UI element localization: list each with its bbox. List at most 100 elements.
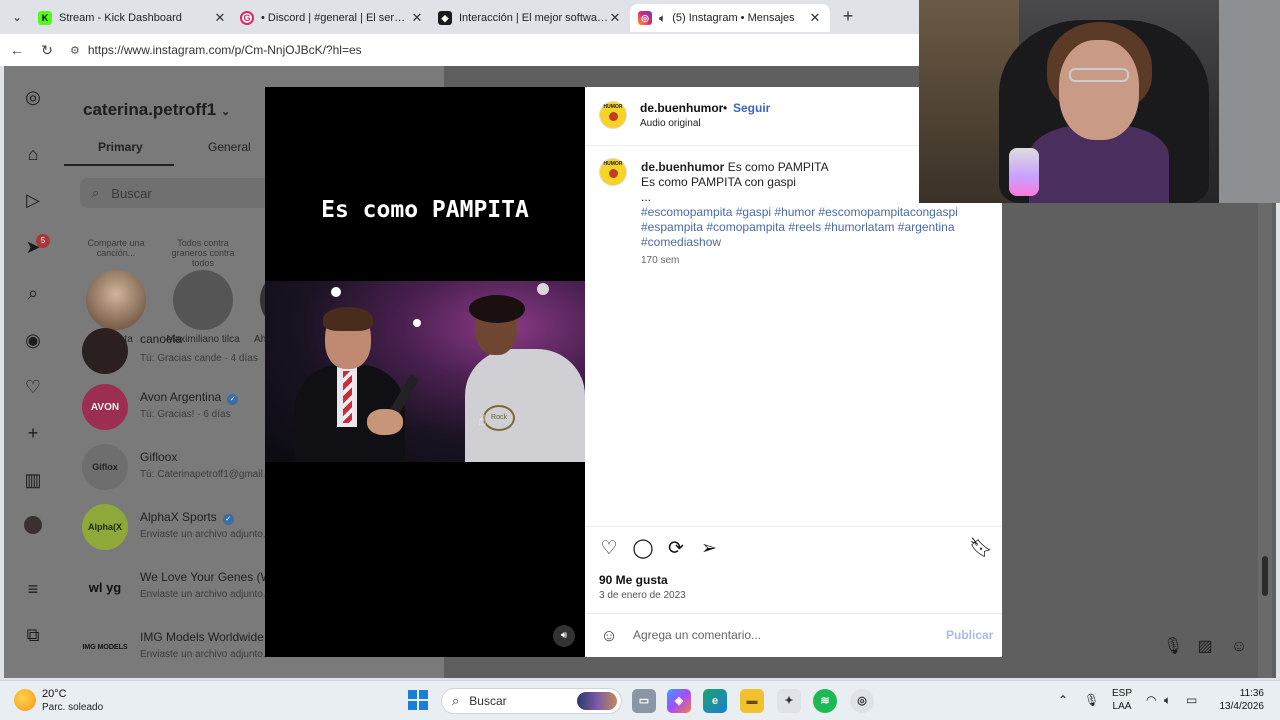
language-code: ESP <box>1112 688 1133 699</box>
clock[interactable]: 11:36 13/4/2026 <box>1208 687 1265 713</box>
chrome-icon[interactable]: ◎ <box>850 689 874 713</box>
like-heart-icon[interactable]: ♡ <box>598 538 620 560</box>
new-tab-button[interactable]: + <box>838 6 858 26</box>
tab-primary[interactable]: Primary <box>98 140 143 154</box>
weather-sun-icon[interactable] <box>14 689 36 711</box>
emoji-icon[interactable]: ☺ <box>598 625 620 647</box>
likes-count[interactable]: 90 Me gusta <box>599 573 668 587</box>
striped-tie <box>343 371 352 423</box>
close-tab-icon[interactable]: ✕ <box>808 10 822 26</box>
create-icon[interactable]: + <box>22 422 44 444</box>
back-arrow-icon[interactable]: ← <box>8 41 26 59</box>
author-username[interactable]: de.buenhumor <box>640 101 723 115</box>
dashboard-icon[interactable]: ▥ <box>22 469 44 491</box>
author-avatar[interactable]: HUMOR <box>599 101 627 129</box>
publish-button[interactable]: Publicar <box>946 628 993 642</box>
conversation-name-text: Avon Argentina <box>140 390 222 404</box>
conversation-preview: Tú: Gracias! · 6 días <box>140 409 231 420</box>
close-tab-icon[interactable]: ✕ <box>410 10 424 26</box>
edge-browser-icon[interactable]: e <box>703 689 727 713</box>
speaker-icon[interactable]: 🔈︎ <box>659 11 666 26</box>
caption-title: Es como PAMPITA <box>727 160 829 174</box>
file-explorer-icon[interactable]: ▬ <box>740 689 764 713</box>
taskbar-search[interactable]: ⌕ Buscar <box>441 688 622 714</box>
repost-icon[interactable]: ⟳ <box>665 538 687 560</box>
hand <box>367 409 403 435</box>
home-icon[interactable]: ⌂ <box>22 143 44 165</box>
caption-author-avatar[interactable]: HUMOR <box>599 158 627 186</box>
chevron-down-icon: ⌄ <box>220 106 231 118</box>
notification-badge: 5 <box>36 234 50 248</box>
comment-input[interactable]: Agrega un comentario... <box>633 628 761 642</box>
explore-icon[interactable]: ◉ <box>22 329 44 351</box>
image-icon[interactable]: ▨ <box>1194 636 1216 658</box>
keyboard-layout: LAA <box>1112 701 1132 712</box>
volume-icon[interactable]: 🔊︎ <box>553 625 575 647</box>
task-view-icon[interactable]: ▭ <box>632 689 656 713</box>
bookmark-icon[interactable]: 🔖︎ <box>969 538 993 560</box>
avatar-dot <box>609 169 618 178</box>
tab-instagram[interactable]: ◎ 🔈︎ (5) Instagram • Mensajes ✕ <box>630 4 830 32</box>
tab-interaccion[interactable]: ◆ Interacción | El mejor software par ✕ <box>430 4 630 32</box>
start-tile <box>408 701 417 710</box>
tab-search-chevron-icon[interactable]: ⌄ <box>8 8 26 26</box>
temperature[interactable]: 20°C <box>42 688 67 700</box>
reload-icon[interactable]: ↻ <box>38 41 56 59</box>
mouse-cursor-icon: ☝︎ <box>478 412 487 428</box>
hashtags[interactable]: #escomopampita #gaspi #humor #escomopamp… <box>641 205 991 250</box>
interaccion-favicon-icon: ◆ <box>438 11 452 25</box>
microphone-tray-icon[interactable]: 🎙︎ <box>1084 693 1099 707</box>
discord-favicon-icon: G <box>240 11 254 25</box>
share-icon[interactable]: ➢ <box>698 538 720 560</box>
scrollbar-thumb[interactable] <box>1262 556 1268 596</box>
tab-discord[interactable]: G • Discord | #general | El servidor d ✕ <box>232 4 432 32</box>
battery-icon[interactable]: ▭ <box>1186 693 1197 707</box>
divider <box>585 613 1002 614</box>
webcam-overlay <box>919 0 1280 203</box>
avatar: IMG MODELS <box>82 624 128 670</box>
reels-icon[interactable]: ▷ <box>22 189 44 211</box>
conversation-preview: Enviaste un archivo adjunto. <box>140 589 266 600</box>
video-caption: Es como PAMPITA <box>321 197 529 223</box>
follow-button[interactable]: Seguir <box>733 101 770 115</box>
wifi-icon[interactable]: ◠ <box>1146 693 1156 707</box>
show-hidden-icons-chevron-icon[interactable]: ⌃ <box>1058 693 1068 707</box>
menu-icon[interactable]: ≡ <box>22 578 44 600</box>
conversation-preview: Tú: Caterinapetroff1@gmail. <box>140 469 266 480</box>
tab-general[interactable]: General <box>208 140 251 154</box>
caption-time: 170 sem <box>641 255 680 266</box>
sticker-icon[interactable]: ☺ <box>1228 636 1250 658</box>
app-icon[interactable]: ✦ <box>777 689 801 713</box>
start-button[interactable] <box>408 690 428 710</box>
search-highlight-image <box>577 692 617 710</box>
conversation-name: IMG Models Worldwide <box>140 630 264 644</box>
site-info-icon[interactable]: ⚙︎ <box>70 44 80 57</box>
username-switcher[interactable]: caterina.petroff1 ⌄ <box>83 100 230 120</box>
weather-description[interactable]: Parc. soleado <box>42 702 103 713</box>
reel-video[interactable]: Es como PAMPITA Rock 🔊︎ <box>265 87 585 657</box>
language-indicator[interactable]: ESP LAA <box>1112 687 1132 713</box>
apps-icon[interactable]: ⧉ <box>22 624 44 646</box>
instagram-logo-icon[interactable]: ◎ <box>22 86 44 108</box>
url-field[interactable]: ⚙︎ https://www.instagram.com/p/Cm-NnjOJB… <box>66 38 920 62</box>
caption-author[interactable]: de.buenhumor <box>641 160 724 174</box>
copilot-icon[interactable]: ◈ <box>667 689 691 713</box>
audio-link[interactable]: Audio original <box>640 118 701 129</box>
spotify-icon[interactable]: ≋ <box>813 689 837 713</box>
avatar-text: HUMOR <box>603 104 623 110</box>
search-placeholder: Buscar <box>111 185 152 201</box>
profile-avatar[interactable] <box>22 516 44 538</box>
separator-dot: • <box>723 101 728 115</box>
comment-icon[interactable]: ◯ <box>632 538 654 560</box>
search-icon[interactable]: ⌕ <box>22 282 44 304</box>
clock-time: 11:36 <box>1239 688 1264 699</box>
conversation-name: Avon Argentina ✓ <box>140 390 239 405</box>
microphone-icon[interactable]: 🎙︎ <box>1162 636 1184 658</box>
volume-tray-icon[interactable]: 🔈︎ <box>1164 693 1171 708</box>
heart-icon[interactable]: ♡ <box>22 376 44 398</box>
caption-line: Es como PAMPITA con gaspi <box>641 175 796 189</box>
close-tab-icon[interactable]: ✕ <box>213 10 227 26</box>
close-tab-icon[interactable]: ✕ <box>608 10 622 26</box>
tab-kick-dashboard[interactable]: K Stream - Kick Dashboard ✕ <box>30 4 235 32</box>
search-icon: ⌕ <box>92 185 100 200</box>
